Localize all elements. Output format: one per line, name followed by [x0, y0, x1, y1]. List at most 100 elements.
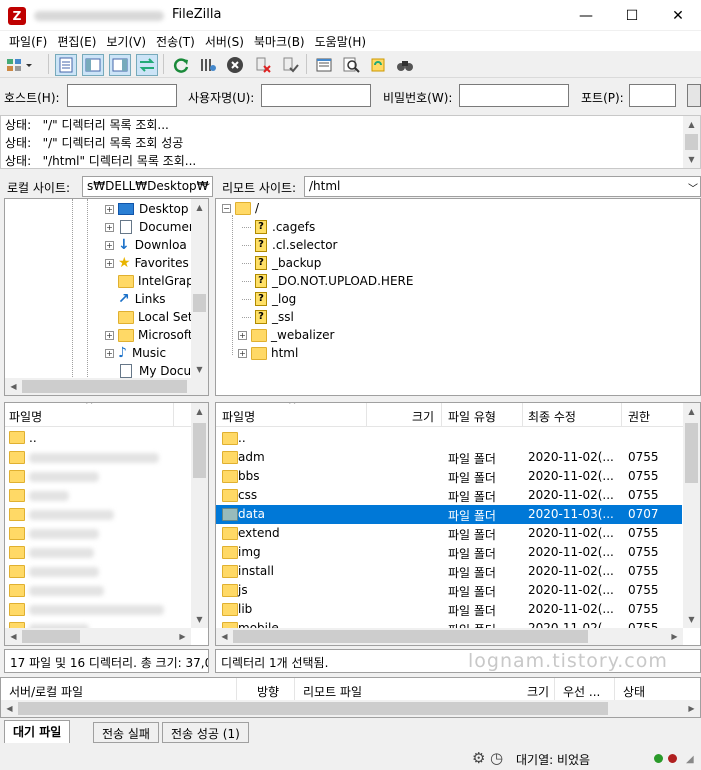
toggle-log-icon[interactable] — [55, 54, 77, 76]
remote-list-hscrollbar[interactable]: ◀ ▶ — [216, 628, 683, 645]
expand-icon[interactable]: + — [105, 258, 114, 268]
scroll-thumb[interactable] — [193, 294, 206, 312]
scroll-left-icon[interactable]: ◀ — [1, 700, 18, 717]
scroll-up-icon[interactable]: ▲ — [191, 199, 208, 216]
scroll-left-icon[interactable]: ◀ — [5, 378, 22, 395]
table-row[interactable]: js 파일 폴더 2020-11-02(... 0755 — [216, 581, 682, 600]
list-item[interactable] — [5, 486, 191, 505]
tree-item[interactable]: ? _ssl — [242, 308, 294, 326]
log-scrollbar[interactable]: ▲ ▼ — [683, 116, 700, 168]
scroll-thumb[interactable] — [22, 380, 187, 393]
table-row[interactable]: extend 파일 폴더 2020-11-02(... 0755 — [216, 524, 682, 543]
tree-item[interactable]: + _webalizer — [238, 326, 334, 344]
queue-hscrollbar[interactable]: ◀ ▶ — [1, 700, 700, 717]
expand-icon[interactable]: + — [105, 330, 114, 340]
directory-listing-filter-icon[interactable] — [313, 54, 335, 76]
scroll-thumb[interactable] — [193, 423, 206, 478]
scroll-down-icon[interactable]: ▼ — [683, 611, 700, 628]
tree-item[interactable]: + Documer — [105, 218, 194, 236]
scroll-left-icon[interactable]: ◀ — [216, 628, 233, 645]
minimize-button[interactable]: — — [563, 0, 609, 31]
cancel-icon[interactable] — [224, 54, 246, 76]
scroll-up-icon[interactable]: ▲ — [683, 116, 700, 133]
tree-item[interactable]: + Microsoft — [105, 326, 193, 344]
list-item[interactable] — [5, 562, 191, 581]
tree-item[interactable]: ? _backup — [242, 254, 321, 272]
close-button[interactable]: ✕ — [655, 0, 701, 31]
table-row[interactable]: img 파일 폴더 2020-11-02(... 0755 — [216, 543, 682, 562]
table-row[interactable]: adm 파일 폴더 2020-11-02(... 0755 — [216, 448, 682, 467]
process-queue-icon[interactable] — [197, 54, 219, 76]
list-item[interactable] — [5, 448, 191, 467]
menu-help[interactable]: 도움말(H) — [310, 33, 372, 50]
tree-item[interactable]: + ★ Favorites — [105, 254, 189, 272]
list-item[interactable]: .. — [5, 429, 195, 448]
collapse-icon[interactable]: − — [222, 203, 231, 213]
local-path-combo[interactable]: s₩DELL₩Desktop₩ ﹀ — [82, 176, 213, 197]
column-type[interactable]: 파일 유형 — [448, 408, 496, 425]
synchronized-browsing-icon[interactable] — [367, 54, 389, 76]
menu-server[interactable]: 서버(S) — [200, 33, 249, 50]
expand-icon[interactable]: + — [238, 348, 247, 358]
expand-icon[interactable]: + — [105, 240, 114, 250]
local-list-scrollbar[interactable]: ▲ ▼ — [191, 403, 208, 628]
scroll-right-icon[interactable]: ▶ — [666, 628, 683, 645]
table-row[interactable]: css 파일 폴더 2020-11-02(... 0755 — [216, 486, 682, 505]
refresh-icon[interactable] — [170, 54, 192, 76]
tree-item[interactable]: ? .cagefs — [242, 218, 315, 236]
tree-item[interactable]: ↗ Links — [105, 290, 166, 308]
local-tree-scrollbar[interactable]: ▲ ▼ — [191, 199, 208, 378]
scroll-thumb[interactable] — [233, 630, 588, 643]
host-input[interactable] — [67, 84, 177, 107]
menu-file[interactable]: 파일(F) — [4, 33, 52, 50]
speed-limit-icon[interactable]: ◷ — [490, 749, 503, 767]
disconnect-icon[interactable] — [252, 54, 274, 76]
scroll-right-icon[interactable]: ▶ — [174, 628, 191, 645]
toggle-remote-tree-icon[interactable] — [109, 54, 131, 76]
tree-item[interactable]: ? _log — [242, 290, 296, 308]
queue-col-status[interactable]: 상태 — [623, 683, 645, 700]
scroll-thumb[interactable] — [22, 630, 80, 643]
queue-col-size[interactable]: 크기 — [527, 683, 549, 700]
column-filename[interactable]: 파일명 — [222, 408, 255, 425]
quickconnect-button[interactable] — [687, 84, 701, 107]
scroll-thumb[interactable] — [685, 134, 698, 150]
scroll-down-icon[interactable]: ▼ — [191, 361, 208, 378]
table-row[interactable]: lib 파일 폴더 2020-11-02(... 0755 — [216, 600, 682, 619]
tree-item[interactable]: ? _DO.NOT.UPLOAD.HERE — [242, 272, 413, 290]
toggle-queue-icon[interactable] — [136, 54, 158, 76]
menu-transfer[interactable]: 전송(T) — [151, 33, 200, 50]
resize-grip-icon[interactable]: ◢ — [686, 754, 694, 765]
gear-icon[interactable]: ⚙ — [472, 749, 485, 767]
maximize-button[interactable]: ☐ — [609, 0, 655, 31]
tree-item[interactable]: ? .cl.selector — [242, 236, 338, 254]
table-row[interactable]: data 파일 폴더 2020-11-03(... 0707 — [216, 505, 682, 524]
username-input[interactable] — [261, 84, 371, 107]
menu-bookmarks[interactable]: 북마크(B) — [249, 33, 310, 50]
tab-queued-files[interactable]: 대기 파일 — [4, 720, 71, 743]
tab-successful-transfers[interactable]: 전송 성공 (1) — [162, 722, 249, 743]
scroll-up-icon[interactable]: ▲ — [683, 403, 700, 420]
list-item[interactable] — [5, 524, 191, 543]
expand-icon[interactable]: + — [105, 348, 114, 358]
scroll-thumb[interactable] — [18, 702, 608, 715]
list-item[interactable] — [5, 600, 191, 619]
local-tree-hscrollbar[interactable]: ◀ — [5, 378, 208, 395]
list-item[interactable] — [5, 467, 191, 486]
column-permissions[interactable]: 권한 — [628, 408, 650, 425]
list-item[interactable] — [5, 505, 191, 524]
site-manager-icon[interactable] — [4, 54, 34, 76]
local-list-hscrollbar[interactable]: ◀ ▶ — [5, 628, 191, 645]
remote-list-scrollbar[interactable]: ▲ ▼ — [683, 403, 700, 628]
password-input[interactable] — [459, 84, 569, 107]
search-files-icon[interactable] — [394, 54, 416, 76]
column-modified[interactable]: 최종 수정 — [528, 408, 576, 425]
list-item[interactable] — [5, 581, 191, 600]
scroll-right-icon[interactable]: ▶ — [683, 700, 700, 717]
port-input[interactable] — [629, 84, 676, 107]
list-item[interactable] — [5, 543, 191, 562]
scroll-up-icon[interactable]: ▲ — [191, 403, 208, 420]
tree-item[interactable]: + html — [238, 344, 298, 362]
queue-col-remote[interactable]: 리모트 파일 — [303, 683, 362, 700]
scroll-down-icon[interactable]: ▼ — [191, 611, 208, 628]
